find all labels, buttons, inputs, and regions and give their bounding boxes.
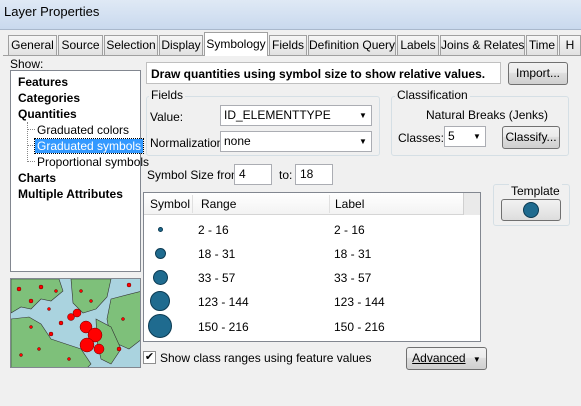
tree-connector: [28, 129, 35, 130]
show-class-ranges-checkbox[interactable]: ✔: [143, 351, 156, 364]
chevron-down-icon: ▼: [359, 137, 367, 146]
normalization-text: none: [224, 134, 251, 148]
tab-selection[interactable]: Selection: [104, 35, 158, 55]
table-header: Symbol Range Label: [144, 193, 480, 215]
chevron-down-icon: ▼: [359, 111, 367, 120]
chevron-down-icon: ▼: [473, 132, 481, 141]
tab-symbology[interactable]: Symbology: [204, 32, 268, 56]
window-title: Layer Properties: [4, 4, 100, 19]
row-label: 123 - 144: [334, 295, 385, 309]
table-row[interactable]: 150 - 216 150 - 216: [144, 314, 480, 339]
fields-group-title: Fields: [149, 88, 186, 102]
advanced-button-label: Advanced: [412, 351, 466, 365]
row-label: 18 - 31: [334, 247, 372, 261]
column-divider[interactable]: [329, 195, 330, 213]
template-label: Template: [509, 184, 562, 198]
header-symbol[interactable]: Symbol: [150, 197, 190, 211]
row-label: 2 - 16: [334, 223, 365, 237]
show-item-quantities[interactable]: Quantities: [18, 107, 77, 121]
table-row[interactable]: 2 - 16 2 - 16: [144, 218, 480, 242]
show-tree: Features Categories Quantities Graduated…: [10, 70, 149, 272]
tree-connector: [28, 145, 35, 146]
show-item-features[interactable]: Features: [18, 75, 68, 89]
show-item-graduated-colors[interactable]: Graduated colors: [37, 123, 129, 137]
show-item-proportional-symbols[interactable]: Proportional symbols: [37, 155, 149, 169]
show-item-multiple-attributes[interactable]: Multiple Attributes: [18, 187, 123, 201]
show-class-ranges-label[interactable]: Show class ranges using feature values: [160, 351, 371, 365]
checkmark-icon: ✔: [144, 351, 155, 363]
chevron-down-icon: ▼: [472, 355, 481, 364]
tab-definition-query[interactable]: Definition Query: [308, 35, 396, 55]
value-field-dropdown[interactable]: ID_ELEMENTTYPE ▼: [220, 105, 372, 126]
row-range: 123 - 144: [198, 295, 249, 309]
show-item-charts[interactable]: Charts: [18, 171, 56, 185]
symbol-size-from-input[interactable]: 4: [234, 164, 272, 185]
show-label: Show:: [10, 57, 44, 71]
classify-button[interactable]: Classify...: [502, 126, 560, 149]
tab-joins-relates[interactable]: Joins & Relates: [440, 35, 525, 55]
tab-general[interactable]: General: [8, 35, 57, 55]
row-range: 18 - 31: [198, 247, 236, 261]
symbol-swatch-icon: [150, 291, 170, 311]
show-item-categories[interactable]: Categories: [18, 91, 80, 105]
classification-group-title: Classification: [395, 88, 470, 102]
classification-method: Natural Breaks (Jenks): [426, 108, 549, 122]
row-range: 33 - 57: [198, 271, 236, 285]
renderer-description: Draw quantities using symbol size to sho…: [146, 62, 501, 84]
table-row[interactable]: 123 - 144 123 - 144: [144, 290, 480, 314]
symbol-size-to-label: to:: [279, 168, 293, 182]
import-button[interactable]: Import...: [508, 62, 568, 85]
tab-overflow[interactable]: H: [559, 35, 581, 55]
normalization-label: Normalization:: [150, 136, 227, 150]
row-range: 2 - 16: [198, 223, 229, 237]
header-label[interactable]: Label: [335, 197, 364, 211]
table-row[interactable]: 18 - 31 18 - 31: [144, 242, 480, 266]
tree-connector: [27, 122, 28, 162]
symbol-swatch-icon: [154, 247, 166, 259]
tab-source[interactable]: Source: [58, 35, 103, 55]
tab-strip: General Source Selection Display Symbolo…: [0, 30, 581, 56]
tab-display[interactable]: Display: [159, 35, 203, 55]
advanced-button[interactable]: Advanced ▼: [406, 347, 487, 370]
tab-fields[interactable]: Fields: [269, 35, 307, 55]
row-label: 150 - 216: [334, 320, 385, 334]
template-symbol-button[interactable]: [501, 199, 561, 221]
table-row[interactable]: 33 - 57 33 - 57: [144, 266, 480, 290]
symbol-size-from-label: Symbol Size from:: [147, 168, 245, 182]
symbol-size-to-input[interactable]: 18: [295, 164, 333, 185]
symbol-swatch-icon: [148, 314, 172, 338]
classes-dropdown[interactable]: 5 ▼: [444, 126, 486, 147]
symbol-swatch-icon: [152, 269, 168, 285]
row-range: 150 - 216: [198, 320, 249, 334]
classes-label: Classes:: [398, 131, 445, 145]
row-label: 33 - 57: [334, 271, 372, 285]
tree-connector: [28, 161, 35, 162]
normalization-dropdown[interactable]: none ▼: [220, 131, 372, 152]
preview-map-graphic: [11, 279, 140, 367]
tab-labels[interactable]: Labels: [397, 35, 439, 55]
symbol-swatch-icon: [157, 226, 163, 232]
value-field-text: ID_ELEMENTTYPE: [224, 108, 331, 122]
value-label: Value:: [150, 110, 184, 124]
template-symbol-icon: [523, 202, 539, 218]
tab-time[interactable]: Time: [526, 35, 558, 55]
scrollbar[interactable]: [463, 193, 480, 215]
header-range[interactable]: Range: [201, 197, 236, 211]
column-divider[interactable]: [192, 195, 193, 213]
title-bar: Layer Properties: [0, 0, 581, 30]
class-symbol-table: Symbol Range Label 2 - 16 2 - 16 18 - 31…: [143, 192, 481, 342]
classes-value: 5: [448, 129, 455, 143]
symbology-preview-map: [10, 278, 141, 368]
show-item-graduated-symbols[interactable]: Graduated symbols: [33, 138, 145, 154]
